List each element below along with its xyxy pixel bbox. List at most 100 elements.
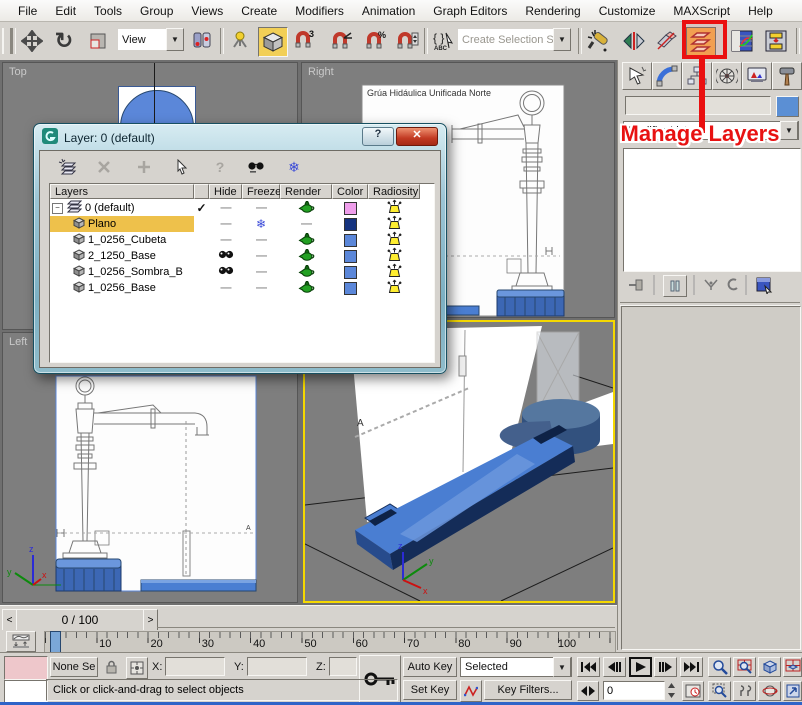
snaps-3d-button[interactable]: 3 — [290, 27, 318, 55]
dialog-help-button[interactable]: ? — [362, 127, 394, 146]
layer-color-swatch[interactable] — [344, 234, 357, 247]
y-coordinate-field[interactable] — [247, 657, 307, 676]
toolbar-grip[interactable] — [2, 28, 12, 54]
dropdown-arrow-icon[interactable]: ▼ — [553, 657, 571, 677]
color-cell[interactable] — [332, 200, 368, 216]
viewport-right-label[interactable]: Right — [308, 66, 334, 78]
layer-color-swatch[interactable] — [344, 266, 357, 279]
curve-editor-button[interactable] — [728, 27, 756, 55]
menu-modifiers[interactable]: Modifiers — [287, 2, 352, 20]
dropdown-arrow-icon[interactable]: ▼ — [166, 28, 184, 51]
menu-animation[interactable]: Animation — [354, 2, 423, 20]
menu-graph-editors[interactable]: Graph Editors — [425, 2, 515, 20]
arc-rotate-button[interactable] — [758, 681, 781, 701]
freeze-all-toggle[interactable]: ❄ — [282, 156, 306, 178]
zoom-button[interactable] — [708, 657, 731, 677]
percent-snap-button[interactable]: % — [362, 27, 390, 55]
open-mini-curve-editor-button[interactable] — [6, 631, 36, 652]
col-current[interactable] — [194, 184, 209, 199]
go-to-end-button[interactable] — [680, 657, 703, 677]
select-and-rotate-button[interactable]: ↻ — [50, 27, 78, 55]
go-to-start-button[interactable] — [577, 657, 600, 677]
col-render[interactable]: Render — [280, 184, 332, 199]
default-tangent-button[interactable] — [460, 680, 482, 702]
align-button[interactable] — [652, 27, 680, 55]
menu-maxscript[interactable]: MAXScript — [665, 2, 738, 20]
select-layer-button[interactable] — [170, 156, 194, 178]
color-cell[interactable] — [332, 248, 368, 264]
freeze-toggle[interactable]: — — [242, 232, 280, 248]
pin-stack-icon[interactable] — [627, 277, 645, 298]
layer-color-swatch[interactable] — [344, 282, 357, 295]
viewport-top-label[interactable]: Top — [9, 66, 27, 78]
hide-toggle[interactable]: — — [209, 232, 242, 248]
maxscript-macro-recorder[interactable] — [4, 656, 48, 680]
snaps-toggle-button[interactable] — [258, 27, 288, 57]
col-hide[interactable]: Hide — [209, 184, 242, 199]
layer-row-0-default-[interactable]: −0 (default)✓—— — [50, 200, 434, 216]
radiosity-toggle[interactable] — [368, 216, 420, 232]
schematic-view-button[interactable] — [762, 27, 790, 55]
viewport-left-label[interactable]: Left — [9, 336, 27, 348]
select-and-manipulate-button[interactable] — [226, 27, 254, 55]
menu-help[interactable]: Help — [740, 2, 781, 20]
current-layer-cell[interactable] — [194, 280, 209, 296]
layer-row-plano[interactable]: Plano—❄— — [50, 216, 434, 232]
layer-name-cell[interactable]: Plano — [50, 216, 194, 232]
rollout-area[interactable] — [621, 306, 801, 650]
layer-color-swatch[interactable] — [344, 218, 357, 231]
auto-key-button[interactable]: Auto Key — [403, 657, 457, 677]
menu-edit[interactable]: Edit — [47, 2, 84, 20]
current-layer-cell[interactable] — [194, 232, 209, 248]
maxscript-mini-listener[interactable] — [4, 680, 48, 703]
current-layer-cell[interactable] — [194, 248, 209, 264]
menu-group[interactable]: Group — [132, 2, 181, 20]
dropdown-arrow-icon[interactable]: ▼ — [780, 121, 798, 140]
select-and-move-button[interactable] — [18, 27, 46, 55]
layer-row-1_0256_base[interactable]: 1_0256_Base—— — [50, 280, 434, 296]
layer-row-1_0256_sombra_b[interactable]: 1_0256_Sombra_B— — [50, 264, 434, 280]
edit-named-selection-sets-button[interactable]: { }ABC — [430, 27, 458, 55]
time-slider-handle[interactable]: 0 / 100 — [16, 609, 144, 631]
key-filters-button[interactable]: Key Filters... — [484, 680, 572, 700]
radiosity-toggle[interactable] — [368, 280, 420, 296]
radiosity-toggle[interactable] — [368, 264, 420, 280]
current-layer-cell[interactable] — [194, 216, 209, 232]
render-toggle[interactable] — [280, 232, 332, 248]
color-cell[interactable] — [332, 280, 368, 296]
add-to-layer-button[interactable] — [132, 156, 156, 178]
remove-modifier-icon[interactable] — [725, 278, 739, 297]
col-layers[interactable]: Layers — [50, 184, 194, 199]
mirror-button[interactable] — [620, 27, 648, 55]
layer-name-cell[interactable]: 1_0256_Cubeta — [50, 232, 194, 248]
current-frame-field[interactable]: 0 — [603, 681, 665, 700]
modifier-stack-list[interactable] — [623, 148, 801, 272]
zoom-extents-button[interactable] — [758, 657, 781, 677]
hide-toggle[interactable]: — — [209, 280, 242, 296]
make-unique-icon[interactable] — [703, 278, 719, 297]
time-back-button[interactable]: < — [2, 609, 17, 631]
reference-coordinate-dropdown[interactable]: View ▼ — [118, 29, 184, 50]
menu-views[interactable]: Views — [183, 2, 231, 20]
show-end-result-button[interactable] — [663, 275, 687, 297]
color-cell[interactable] — [332, 264, 368, 280]
freeze-toggle[interactable]: — — [242, 200, 280, 216]
region-zoom-button[interactable] — [708, 681, 731, 701]
zoom-all-button[interactable] — [733, 657, 756, 677]
color-cell[interactable] — [332, 216, 368, 232]
x-coordinate-field[interactable] — [165, 657, 225, 676]
spinner-snap-button[interactable] — [394, 27, 422, 55]
menu-file[interactable]: File — [10, 2, 45, 20]
play-button[interactable] — [629, 657, 652, 677]
layer-name-cell[interactable]: 2_1250_Base — [50, 248, 194, 264]
time-slider-track[interactable] — [157, 627, 615, 628]
pan-button[interactable] — [733, 681, 756, 701]
freeze-toggle[interactable]: — — [242, 280, 280, 296]
menu-rendering[interactable]: Rendering — [517, 2, 588, 20]
next-frame-button[interactable] — [654, 657, 677, 677]
flashlight-tool-button[interactable] — [584, 27, 612, 55]
object-name-field[interactable] — [625, 96, 771, 115]
hide-all-toggle[interactable] — [244, 156, 268, 178]
freeze-toggle[interactable]: — — [242, 248, 280, 264]
maximize-viewport-toggle-button[interactable] — [783, 681, 802, 701]
